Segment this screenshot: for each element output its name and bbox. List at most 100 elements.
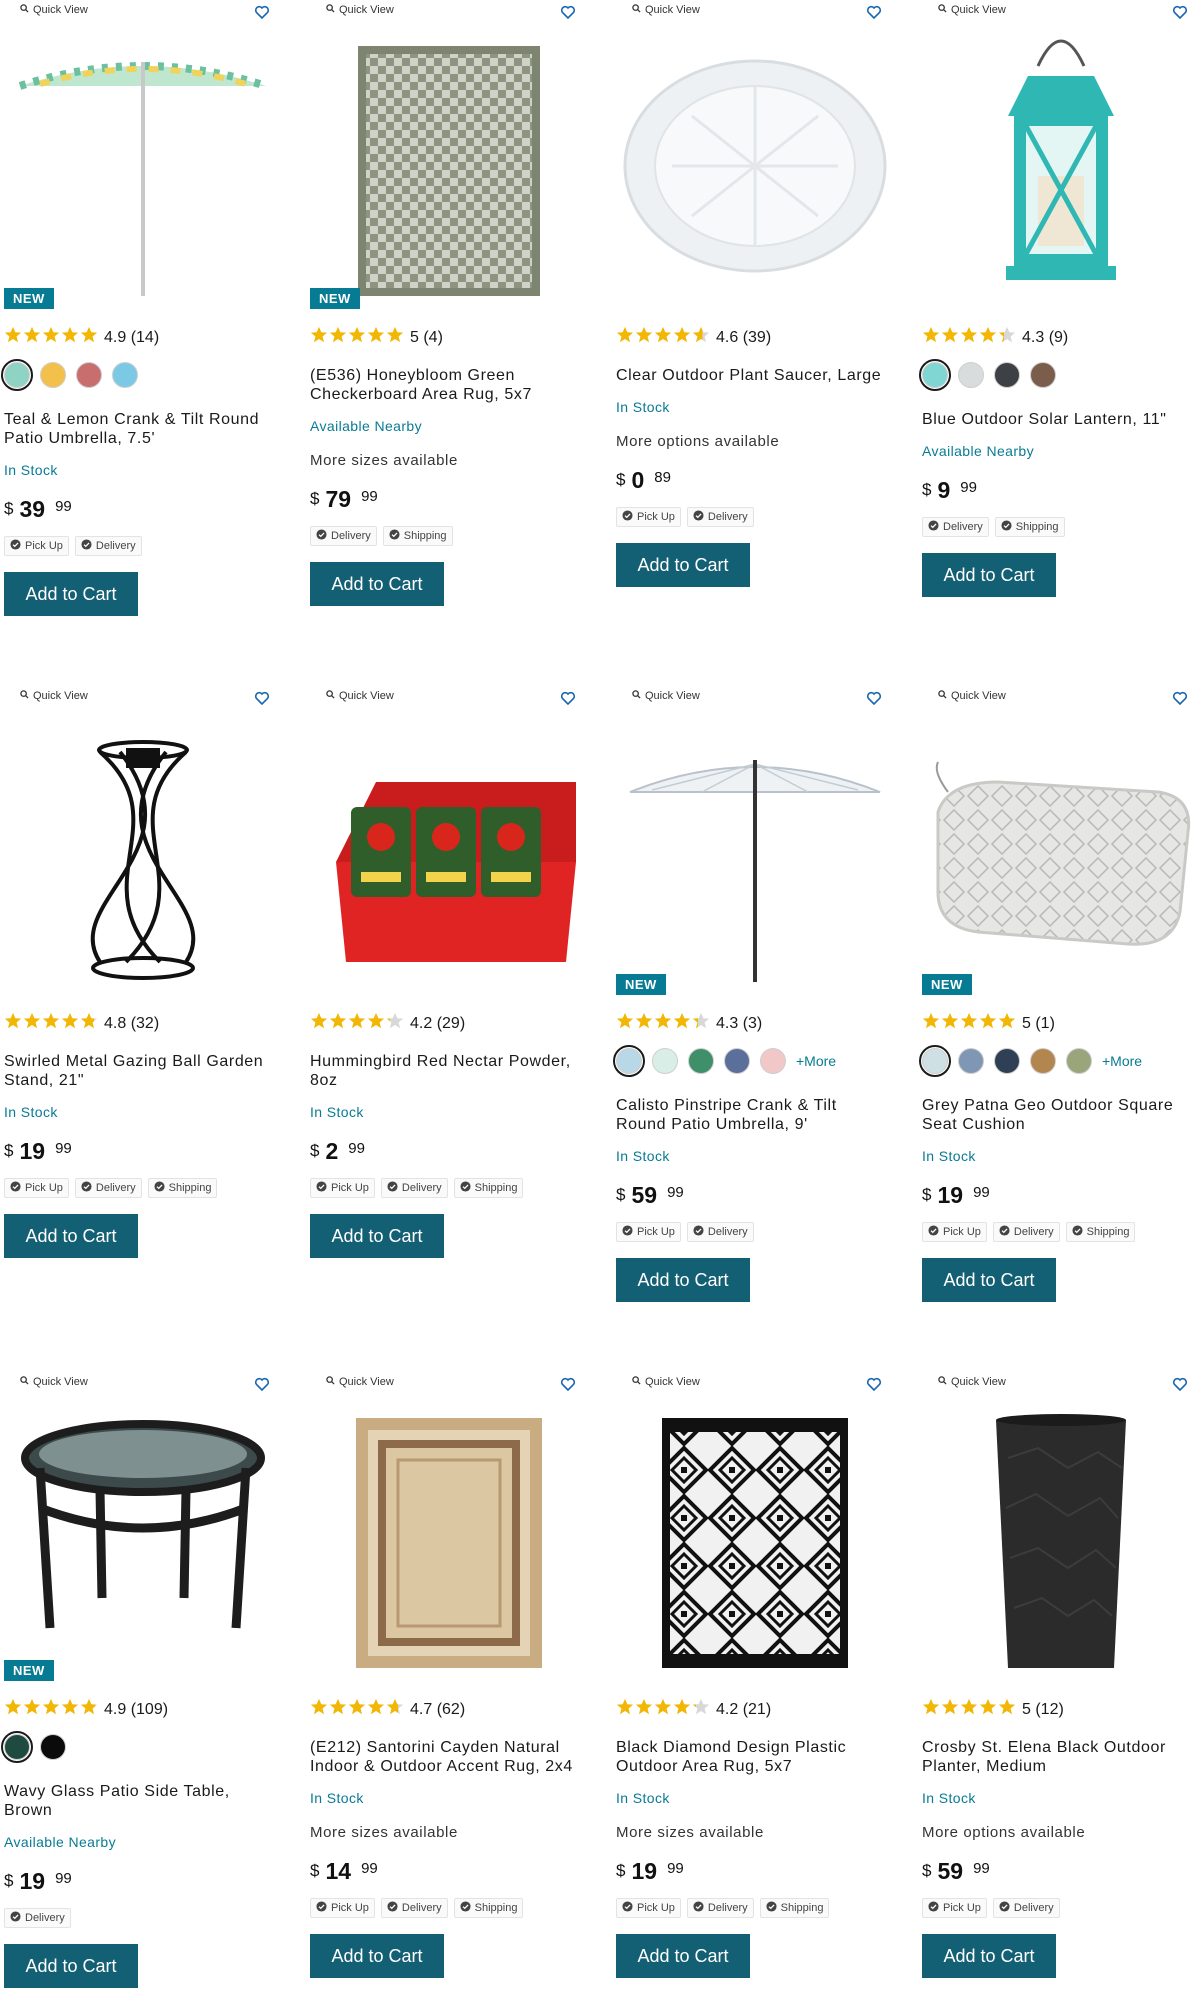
- heart-icon[interactable]: [560, 690, 576, 706]
- quick-view-link[interactable]: Quick View: [632, 4, 700, 16]
- quick-view-link[interactable]: Quick View: [326, 4, 394, 16]
- rating-text: 4.2 (21): [716, 1700, 772, 1718]
- color-swatch[interactable]: [40, 362, 66, 388]
- more-colors-link[interactable]: +More: [1102, 1053, 1142, 1069]
- add-to-cart-button[interactable]: Add to Cart: [922, 1258, 1056, 1302]
- quick-view-link[interactable]: Quick View: [326, 690, 394, 702]
- product-title[interactable]: Teal & Lemon Crank & Tilt Round Patio Umb…: [4, 410, 289, 448]
- color-swatch[interactable]: [958, 1048, 984, 1074]
- color-swatch[interactable]: [688, 1048, 714, 1074]
- add-to-cart-button[interactable]: Add to Cart: [4, 1944, 138, 1988]
- quick-view-link[interactable]: Quick View: [938, 1376, 1006, 1388]
- color-swatch[interactable]: [1030, 1048, 1056, 1074]
- heart-icon[interactable]: [254, 4, 270, 20]
- add-to-cart-button[interactable]: Add to Cart: [310, 562, 444, 606]
- product-image[interactable]: [306, 1398, 592, 1668]
- product-image[interactable]: [306, 712, 592, 982]
- fulfillment-chip: Delivery: [74, 536, 142, 556]
- heart-icon[interactable]: [254, 1376, 270, 1392]
- quick-view-label: Quick View: [645, 690, 700, 702]
- quick-view-link[interactable]: Quick View: [632, 1376, 700, 1388]
- quick-view-link[interactable]: Quick View: [326, 1376, 394, 1388]
- product-title[interactable]: Grey Patna Geo Outdoor Square Seat Cushio…: [922, 1096, 1200, 1134]
- quick-view-link[interactable]: Quick View: [632, 690, 700, 702]
- product-image[interactable]: [0, 1398, 286, 1668]
- product-image[interactable]: [0, 26, 286, 296]
- star-icon: [367, 1698, 385, 1721]
- color-swatch[interactable]: [652, 1048, 678, 1074]
- price: $2 99: [310, 1138, 365, 1165]
- heart-icon[interactable]: [1172, 690, 1188, 706]
- add-to-cart-button[interactable]: Add to Cart: [4, 1214, 138, 1258]
- add-to-cart-button[interactable]: Add to Cart: [4, 572, 138, 616]
- color-swatch[interactable]: [40, 1734, 66, 1760]
- product-title[interactable]: Clear Outdoor Plant Saucer, Large: [616, 366, 901, 385]
- quick-view-link[interactable]: Quick View: [938, 4, 1006, 16]
- product-title[interactable]: Black Diamond Design Plastic Outdoor Area…: [616, 1738, 901, 1776]
- product-image[interactable]: [612, 26, 898, 296]
- color-swatch[interactable]: [1, 359, 33, 391]
- product-image[interactable]: [918, 712, 1200, 982]
- color-swatch[interactable]: [112, 362, 138, 388]
- color-swatch[interactable]: [724, 1048, 750, 1074]
- heart-icon[interactable]: [866, 690, 882, 706]
- search-icon: [20, 1376, 29, 1388]
- add-to-cart-button[interactable]: Add to Cart: [616, 1934, 750, 1978]
- quick-view-link[interactable]: Quick View: [20, 1376, 88, 1388]
- price: $14 99: [310, 1858, 378, 1885]
- product-title[interactable]: Hummingbird Red Nectar Powder, 8oz: [310, 1052, 595, 1090]
- fulfillment-label: Shipping: [403, 530, 447, 542]
- heart-icon[interactable]: [1172, 4, 1188, 20]
- star-icon: [673, 1698, 691, 1721]
- product-title[interactable]: (E212) Santorini Cayden Natural Indoor & …: [310, 1738, 595, 1776]
- color-swatch[interactable]: [760, 1048, 786, 1074]
- fulfillment-options: Delivery: [4, 1908, 71, 1928]
- color-swatch[interactable]: [994, 1048, 1020, 1074]
- add-to-cart-button[interactable]: Add to Cart: [310, 1214, 444, 1258]
- product-title[interactable]: Crosby St. Elena Black Outdoor Planter, M…: [922, 1738, 1200, 1776]
- product-title[interactable]: Calisto Pinstripe Crank & Tilt Round Pati…: [616, 1096, 901, 1134]
- color-swatch[interactable]: [76, 362, 102, 388]
- product-title[interactable]: Wavy Glass Patio Side Table, Brown: [4, 1782, 289, 1820]
- quick-view-label: Quick View: [339, 1376, 394, 1388]
- heart-icon[interactable]: [866, 1376, 882, 1392]
- add-to-cart-button[interactable]: Add to Cart: [616, 1258, 750, 1302]
- quick-view-link[interactable]: Quick View: [20, 690, 88, 702]
- product-title[interactable]: (E536) Honeybloom Green Checkerboard Area…: [310, 366, 595, 404]
- color-swatch[interactable]: [1066, 1048, 1092, 1074]
- color-swatch[interactable]: [994, 362, 1020, 388]
- heart-icon[interactable]: [1172, 1376, 1188, 1392]
- heart-icon[interactable]: [560, 1376, 576, 1392]
- color-swatch[interactable]: [919, 1045, 951, 1077]
- product-image[interactable]: [612, 712, 898, 982]
- heart-icon[interactable]: [560, 4, 576, 20]
- color-swatch[interactable]: [919, 359, 951, 391]
- price-cents: 99: [55, 1870, 72, 1887]
- heart-icon[interactable]: [866, 4, 882, 20]
- add-to-cart-button[interactable]: Add to Cart: [310, 1934, 444, 1978]
- new-badge: NEW: [616, 974, 666, 995]
- price-dollars: 19: [19, 1138, 46, 1164]
- fulfillment-label: Delivery: [95, 540, 136, 552]
- fulfillment-chip: Pick Up: [922, 1222, 987, 1242]
- price: $39 99: [4, 496, 72, 523]
- heart-icon[interactable]: [254, 690, 270, 706]
- add-to-cart-button[interactable]: Add to Cart: [922, 553, 1056, 597]
- product-image[interactable]: [918, 1398, 1200, 1668]
- color-swatch[interactable]: [1030, 362, 1056, 388]
- add-to-cart-button[interactable]: Add to Cart: [616, 543, 750, 587]
- product-image[interactable]: [0, 712, 286, 982]
- product-image[interactable]: [918, 26, 1200, 296]
- quick-view-link[interactable]: Quick View: [20, 4, 88, 16]
- add-to-cart-button[interactable]: Add to Cart: [922, 1934, 1056, 1978]
- product-image[interactable]: [612, 1398, 898, 1668]
- color-swatch[interactable]: [613, 1045, 645, 1077]
- quick-view-link[interactable]: Quick View: [938, 690, 1006, 702]
- color-swatch[interactable]: [1, 1731, 33, 1763]
- product-image[interactable]: [306, 26, 592, 296]
- product-title[interactable]: Blue Outdoor Solar Lantern, 11": [922, 410, 1200, 429]
- more-colors-link[interactable]: +More: [796, 1053, 836, 1069]
- check-circle-icon: [928, 1225, 939, 1239]
- product-title[interactable]: Swirled Metal Gazing Ball Garden Stand, 2…: [4, 1052, 289, 1090]
- color-swatch[interactable]: [958, 362, 984, 388]
